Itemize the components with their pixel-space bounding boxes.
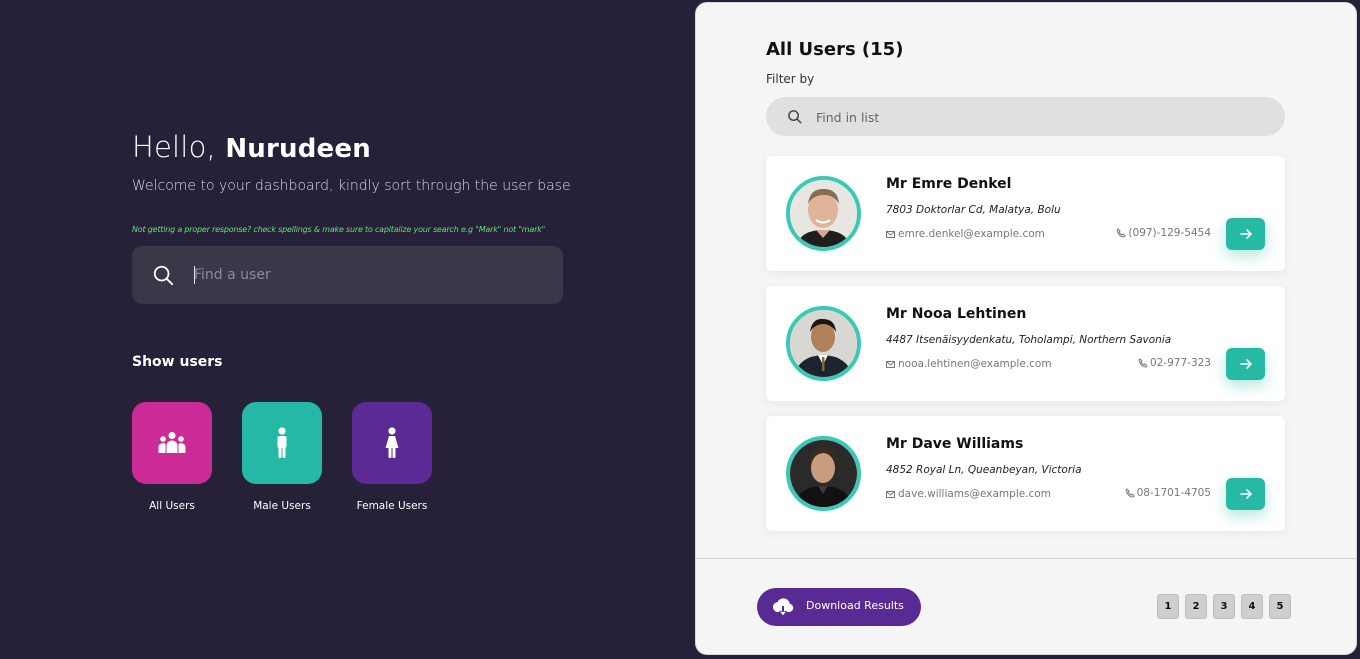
user-address: 4852 Royal Ln, Queanbeyan, Victoria: [886, 464, 1082, 476]
male-icon: [277, 427, 287, 458]
list-search-input[interactable]: [816, 105, 1256, 129]
cloud-download-icon: [772, 598, 794, 617]
greeting-heading: Hello, Nurudeen: [132, 130, 371, 164]
female-users-button[interactable]: [352, 402, 432, 484]
search-icon: [153, 265, 174, 286]
search-icon: [788, 110, 802, 124]
list-search-box[interactable]: [766, 97, 1285, 136]
view-user-button[interactable]: [1226, 478, 1265, 510]
user-search-input[interactable]: [194, 260, 534, 290]
page-button-5[interactable]: 5: [1269, 594, 1291, 619]
greeting-hello: Hello,: [132, 130, 226, 164]
user-phone: 08-1701-4705: [1125, 487, 1211, 499]
filter-label: Filter by: [766, 72, 815, 86]
footer-divider: [696, 558, 1356, 559]
female-users-label: Female Users: [356, 500, 428, 512]
search-hint: Not getting a proper response? check spe…: [132, 225, 546, 234]
user-phone-text: 02-977-323: [1149, 357, 1211, 369]
user-search-box[interactable]: [132, 246, 563, 304]
user-email: emre.denkel@example.com: [886, 228, 1045, 240]
page-button-2[interactable]: 2: [1185, 594, 1207, 619]
phone-icon: [1116, 228, 1127, 238]
user-name: Mr Dave Williams: [886, 436, 1024, 452]
user-photo: [790, 180, 857, 247]
user-email-text: dave.williams@example.com: [898, 488, 1051, 500]
download-results-button[interactable]: Download Results: [757, 588, 921, 626]
user-photo: [790, 310, 857, 377]
arrow-right-icon: [1239, 229, 1252, 239]
welcome-text: Welcome to your dashboard, kindly sort t…: [132, 178, 571, 194]
all-users-label: All Users: [149, 500, 195, 512]
user-list-panel: All Users (15) Filter by Mr Emre Denkel …: [695, 2, 1357, 655]
dashboard-left-panel: Hello, Nurudeen Welcome to your dashboar…: [0, 0, 695, 659]
arrow-right-icon: [1239, 489, 1252, 499]
page-button-3[interactable]: 3: [1213, 594, 1235, 619]
user-card: Mr Emre Denkel 7803 Doktorlar Cd, Malaty…: [766, 156, 1285, 271]
page-button-4[interactable]: 4: [1241, 594, 1263, 619]
user-name: Mr Nooa Lehtinen: [886, 306, 1027, 322]
user-phone: (097)-129-5454: [1116, 227, 1211, 239]
user-name: Mr Emre Denkel: [886, 176, 1012, 192]
phone-icon: [1138, 358, 1148, 368]
list-title: All Users (15): [766, 39, 904, 60]
view-user-button[interactable]: [1226, 348, 1265, 380]
category-female-users[interactable]: Female Users: [352, 402, 432, 512]
user-email: nooa.lehtinen@example.com: [886, 358, 1052, 370]
avatar: [786, 306, 861, 381]
female-icon: [385, 427, 399, 458]
mail-icon: [886, 360, 895, 368]
category-male-users[interactable]: Male Users: [242, 402, 322, 512]
user-phone: 02-977-323: [1138, 357, 1211, 369]
user-phone-text: (097)-129-5454: [1128, 227, 1211, 239]
user-email: dave.williams@example.com: [886, 488, 1051, 500]
user-email-text: emre.denkel@example.com: [898, 228, 1045, 240]
avatar: [786, 436, 861, 511]
user-email-text: nooa.lehtinen@example.com: [898, 358, 1052, 370]
user-name: Nurudeen: [225, 134, 371, 164]
user-card: Mr Dave Williams 4852 Royal Ln, Queanbey…: [766, 416, 1285, 531]
mail-icon: [886, 230, 895, 238]
pagination: 1 2 3 4 5: [1157, 594, 1291, 619]
user-address: 7803 Doktorlar Cd, Malatya, Bolu: [886, 204, 1061, 216]
users-group-icon: [158, 431, 186, 453]
page-button-1[interactable]: 1: [1157, 594, 1179, 619]
user-photo: [790, 440, 857, 507]
show-users-heading: Show users: [132, 354, 223, 370]
user-address: 4487 Itsenäisyydenkatu, Toholampi, North…: [886, 334, 1172, 346]
male-users-label: Male Users: [253, 500, 311, 512]
phone-icon: [1125, 488, 1135, 498]
mail-icon: [886, 490, 895, 498]
category-all-users[interactable]: All Users: [132, 402, 212, 512]
arrow-right-icon: [1239, 359, 1252, 369]
all-users-button[interactable]: [132, 402, 212, 484]
user-phone-text: 08-1701-4705: [1136, 487, 1211, 499]
avatar: [786, 176, 861, 251]
male-users-button[interactable]: [242, 402, 322, 484]
view-user-button[interactable]: [1226, 218, 1265, 250]
user-card: Mr Nooa Lehtinen 4487 Itsenäisyydenkatu,…: [766, 286, 1285, 401]
download-results-label: Download Results: [806, 599, 904, 612]
